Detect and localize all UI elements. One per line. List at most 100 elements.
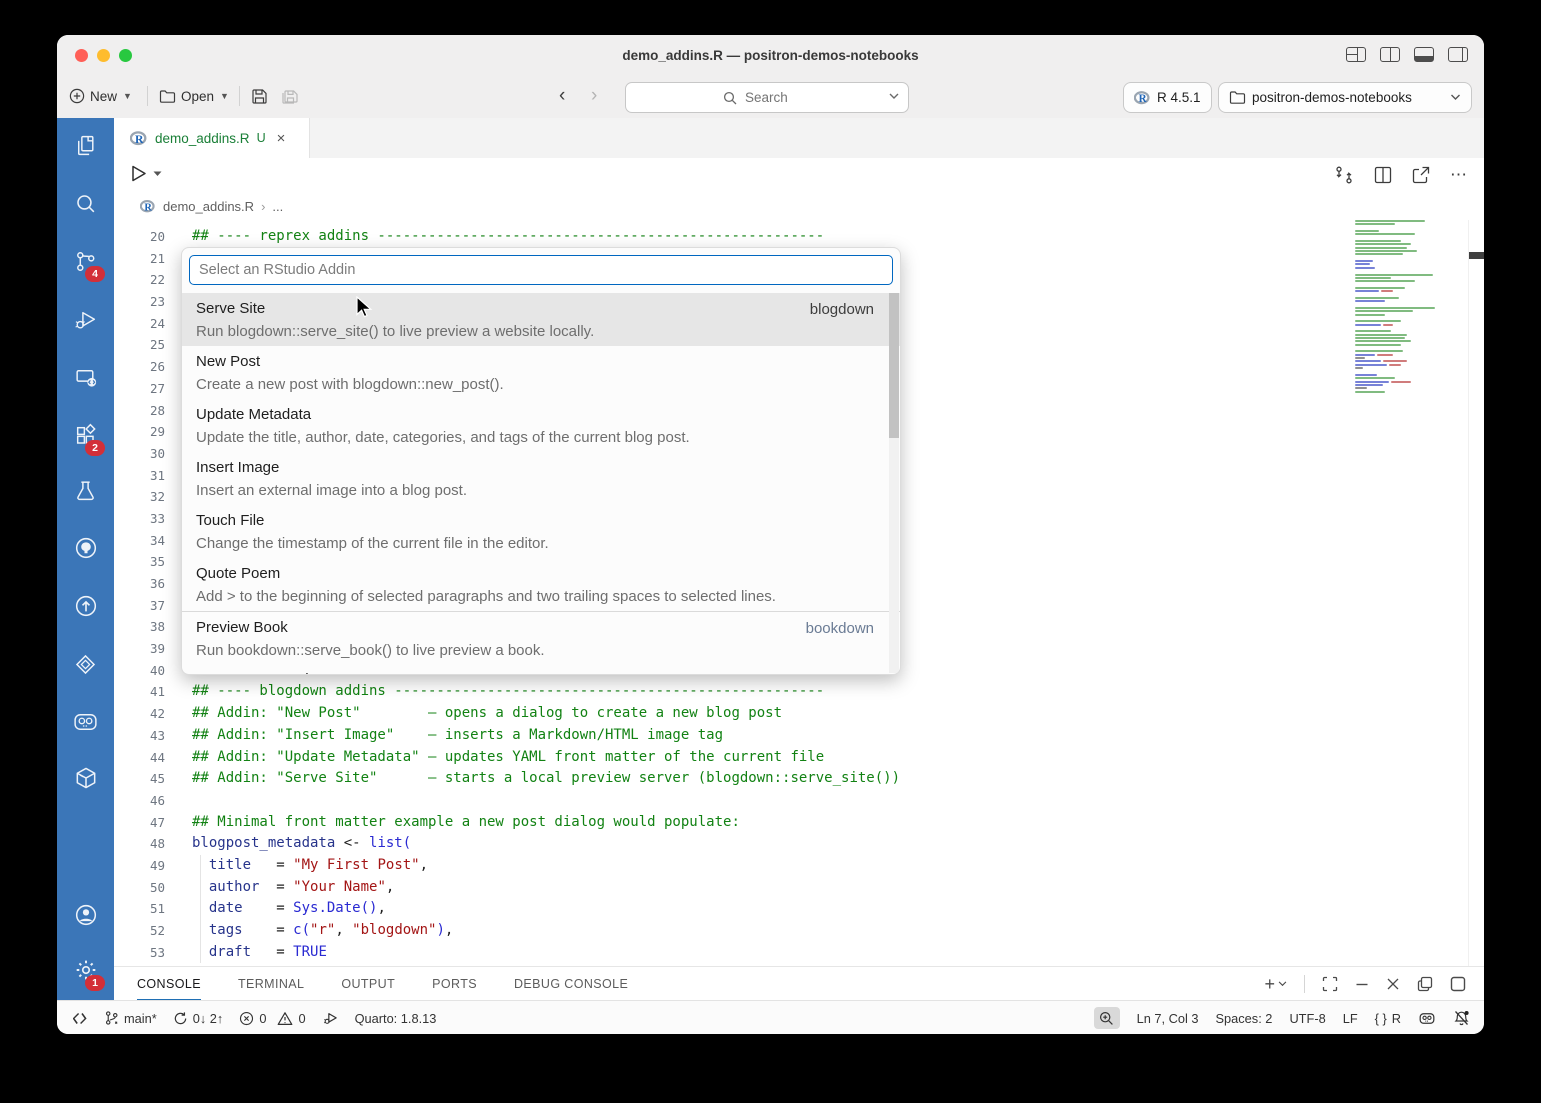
minimap[interactable] (1355, 220, 1451, 400)
zoom-indicator[interactable] (1094, 1007, 1120, 1029)
problems-item[interactable]: 0 0 (239, 1011, 305, 1026)
panel-tab-debug-console[interactable]: DEBUG CONSOLE (514, 967, 628, 1001)
panel-layout-icon[interactable] (1450, 976, 1466, 992)
quarto-version-item[interactable]: Quarto: 1.8.13 (355, 1011, 437, 1026)
open-external-icon[interactable] (1412, 166, 1430, 184)
sidebar-item-assistant[interactable] (57, 700, 114, 744)
minimap-row (1355, 304, 1451, 306)
quick-pick-item[interactable]: Quote PoemAdd > to the beginning of sele… (182, 558, 900, 611)
sidebar-item-source-control[interactable]: 4 (57, 239, 114, 283)
breadcrumb: R demo_addins.R › ... (114, 192, 1484, 220)
sidebar-item-testing[interactable] (57, 468, 114, 512)
encoding-item[interactable]: UTF-8 (1289, 1011, 1325, 1026)
sidebar-item-remote-explorer[interactable] (57, 355, 114, 399)
minimap-row (1355, 334, 1451, 336)
toggle-secondary-sidebar-icon[interactable] (1448, 47, 1468, 62)
panel-tab-ports[interactable]: PORTS (432, 967, 477, 1001)
line-number: 46 (130, 790, 165, 812)
quick-pick-item[interactable]: Insert ImageInsert an external image int… (182, 452, 900, 505)
breadcrumb-symbol[interactable]: ... (272, 199, 283, 214)
search-box[interactable] (625, 82, 909, 113)
workspace-button[interactable]: positron-demos-notebooks (1218, 82, 1472, 113)
close-panel-icon[interactable] (1386, 977, 1400, 991)
debug-console-item[interactable] (322, 1010, 339, 1026)
code-line: author = "Your Name", (192, 877, 900, 899)
save-icon (251, 88, 268, 105)
new-button[interactable]: New▼ (69, 82, 132, 110)
quick-pick-scrollbar[interactable] (889, 293, 899, 673)
close-tab-icon[interactable]: × (277, 130, 286, 147)
sidebar-item-github[interactable] (57, 526, 114, 570)
maximize-panel-icon[interactable] (1322, 976, 1338, 992)
breadcrumb-file[interactable]: demo_addins.R (163, 199, 254, 214)
plus-circle-icon (69, 88, 85, 104)
breadcrumb-chevron: › (261, 199, 265, 214)
new-console-button[interactable]: + (1264, 974, 1287, 995)
sidebar-item-azure[interactable] (57, 642, 114, 686)
interpreter-button[interactable]: R R 4.5.1 (1123, 82, 1212, 113)
minimap-row (1355, 260, 1451, 262)
more-actions-button[interactable]: ⋯ (1450, 165, 1468, 185)
minimap-row (1355, 243, 1451, 245)
run-dropdown-icon[interactable] (153, 171, 162, 177)
copilot-item[interactable] (1418, 1011, 1436, 1026)
language-mode-item[interactable]: { } R (1375, 1011, 1401, 1026)
line-number: 20 (130, 226, 165, 248)
minimize-panel-icon[interactable] (1355, 977, 1369, 991)
sidebar-item-search[interactable] (57, 181, 114, 225)
quick-pick-item[interactable]: Touch FileChange the timestamp of the cu… (182, 505, 900, 558)
sidebar-item-explorer[interactable] (57, 123, 114, 167)
open-button[interactable]: Open▼ (159, 82, 229, 110)
split-editor-layout-icon[interactable] (1380, 47, 1400, 62)
line-number: 51 (130, 898, 165, 920)
toggle-panel-icon[interactable] (1414, 47, 1434, 62)
chevron-down-icon[interactable] (889, 93, 899, 100)
panel-tab-terminal[interactable]: TERMINAL (238, 967, 304, 1001)
editor-scrollbar[interactable] (1468, 220, 1484, 966)
search-input[interactable] (743, 89, 811, 106)
minimap-row (1355, 391, 1451, 393)
quick-pick-input[interactable] (189, 255, 893, 285)
tab-demo-addins[interactable]: R demo_addins.R U × (114, 118, 310, 158)
git-branch-item[interactable]: main* (104, 1010, 157, 1026)
save-all-button[interactable] (281, 82, 299, 110)
run-button[interactable] (130, 164, 147, 183)
sidebar-item-workbench[interactable] (57, 756, 114, 800)
quick-pick-scrollbar-thumb[interactable] (889, 293, 899, 438)
minimap-row (1355, 300, 1451, 302)
quick-pick-item-badge: bookdown (806, 620, 874, 637)
settings-button[interactable]: 1 (57, 948, 114, 992)
cursor-position-item[interactable]: Ln 7, Col 3 (1137, 1011, 1199, 1026)
navigate-forward-button[interactable]: › (591, 82, 597, 110)
customize-layout-icon[interactable] (1346, 47, 1366, 62)
minimap-row (1355, 337, 1451, 339)
quick-pick-item[interactable]: Input LaTeX Math (182, 664, 900, 674)
account-button[interactable] (57, 893, 114, 937)
chevron-down-icon (1450, 94, 1461, 101)
notifications-item[interactable] (1453, 1010, 1470, 1027)
sync-changes-item[interactable]: 0↓ 2↑ (173, 1011, 224, 1026)
quick-pick-item[interactable]: Serve SiteRun blogdown::serve_site() to … (182, 293, 900, 346)
quick-pick-item[interactable]: New PostCreate a new post with blogdown:… (182, 346, 900, 399)
chevron-down-icon[interactable] (1278, 981, 1287, 987)
navigate-back-button[interactable]: ‹ (559, 82, 565, 110)
code-line: ## Minimal front matter example a new po… (192, 812, 900, 834)
split-editor-icon[interactable] (1374, 166, 1392, 184)
remote-indicator[interactable] (73, 1012, 88, 1025)
panel-tab-console[interactable]: CONSOLE (137, 967, 201, 1001)
indentation-label: Spaces: 2 (1216, 1011, 1273, 1026)
minimap-row (1355, 310, 1451, 312)
quick-pick-item[interactable]: Update MetadataUpdate the title, author,… (182, 399, 900, 452)
sidebar-item-extensions[interactable]: 2 (57, 413, 114, 457)
sidebar-item-publish[interactable] (57, 584, 114, 628)
quick-pick-item[interactable]: Preview BookRun bookdown::serve_book() t… (182, 611, 900, 664)
eol-item[interactable]: LF (1343, 1011, 1358, 1026)
quick-pick-item-description: Create a new post with blogdown::new_pos… (196, 374, 876, 395)
sidebar-item-run-debug[interactable] (57, 297, 114, 341)
indentation-item[interactable]: Spaces: 2 (1216, 1011, 1273, 1026)
save-button[interactable] (251, 82, 268, 110)
compare-changes-icon[interactable] (1334, 165, 1354, 185)
line-number: 52 (130, 920, 165, 942)
restore-layout-icon[interactable] (1417, 976, 1433, 992)
panel-tab-output[interactable]: OUTPUT (341, 967, 395, 1001)
